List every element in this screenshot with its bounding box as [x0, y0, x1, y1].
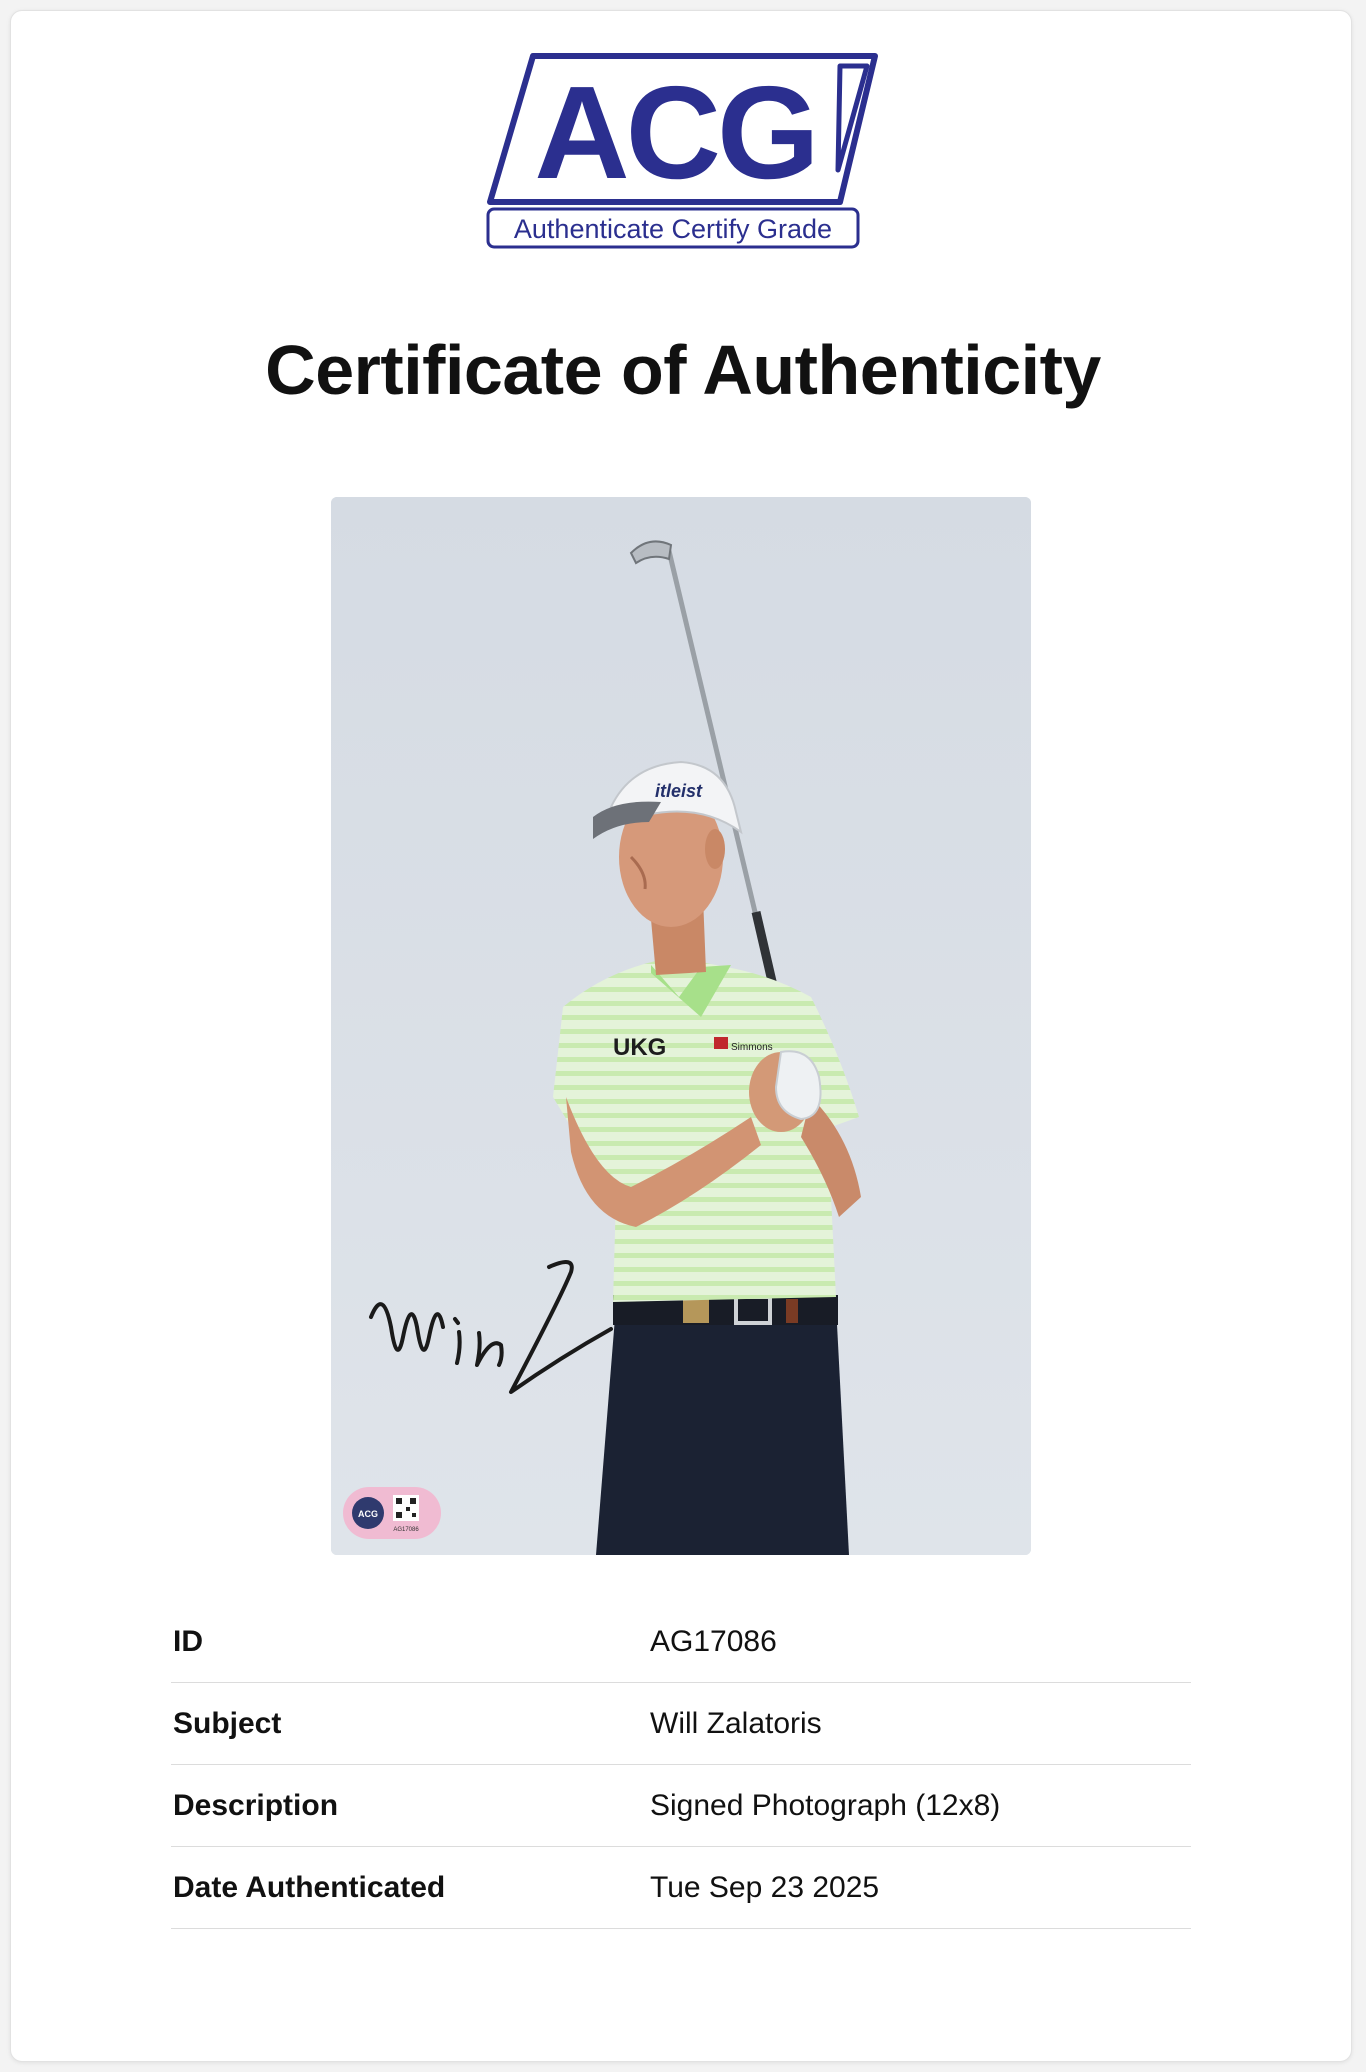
detail-label: Subject [173, 1706, 282, 1740]
detail-value: Tue Sep 23 2025 [650, 1870, 880, 1904]
hologram-sticker: ACG AG17086 [343, 1487, 441, 1539]
acg-logo: ACG Authenticate Certify Grade [485, 52, 885, 252]
svg-text:Simmons: Simmons [731, 1042, 773, 1053]
detail-row-id: ID AG17086 [171, 1601, 1191, 1683]
svg-text:itleist: itleist [655, 781, 703, 801]
detail-label: ID [173, 1624, 203, 1658]
detail-row-description: Description Signed Photograph (12x8) [171, 1765, 1191, 1847]
logo-tagline: Authenticate Certify Grade [514, 214, 832, 244]
hologram-brand: ACG [358, 1509, 378, 1519]
detail-row-subject: Subject Will Zalatoris [171, 1683, 1191, 1765]
logo-brand: ACG [534, 59, 815, 206]
detail-label: Description [173, 1788, 339, 1822]
page-title: Certificate of Authenticity [265, 331, 1101, 409]
signed-photograph: UKG Simmons itleist ACG AG17086 [331, 497, 1031, 1555]
detail-value: Will Zalatoris [650, 1706, 822, 1740]
hologram-id: AG17086 [393, 1527, 419, 1533]
detail-value: Signed Photograph (12x8) [650, 1788, 1001, 1822]
detail-row-date: Date Authenticated Tue Sep 23 2025 [171, 1847, 1191, 1929]
detail-value: AG17086 [650, 1624, 777, 1658]
certificate-details-table: ID AG17086 Subject Will Zalatoris Descri… [171, 1601, 1191, 1929]
svg-text:UKG: UKG [613, 1034, 666, 1061]
detail-label: Date Authenticated [173, 1870, 446, 1904]
